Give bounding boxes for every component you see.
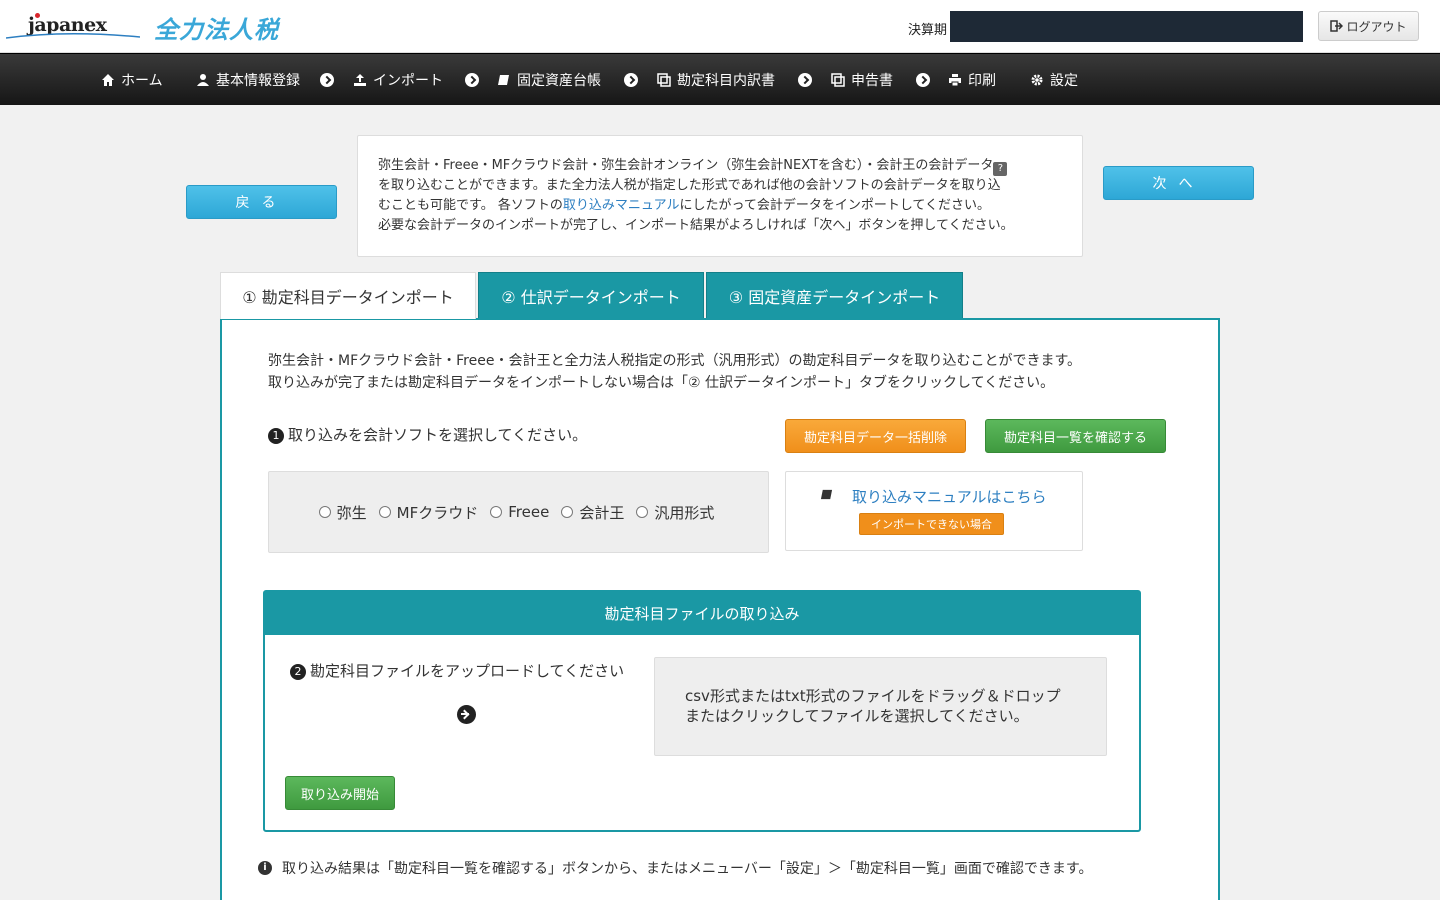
user-icon	[197, 74, 209, 86]
step1-text: 取り込みを会計ソフトを選択してください。	[288, 426, 588, 444]
nav-basic-info[interactable]: 基本情報登録	[196, 54, 300, 106]
book-icon	[820, 489, 833, 500]
nav-home-label: ホーム	[121, 73, 163, 89]
info-line-3-post: にしたがって会計データをインポートしてください。	[679, 198, 991, 213]
radio-kaikeiou[interactable]: 会計王	[561, 502, 624, 523]
result-footnote: i 取り込み結果は「勘定科目一覧を確認する」ボタンから、またはメニューバー「設定…	[258, 858, 1092, 878]
cannot-import-button[interactable]: インポートできない場合	[859, 513, 1004, 535]
manual-box: 取り込みマニュアルはこちら インポートできない場合	[785, 471, 1083, 551]
nav-print-label: 印刷	[968, 73, 996, 89]
nav-account-details[interactable]: 勘定科目内訳書	[657, 54, 775, 106]
nav-settings[interactable]: 設定	[1030, 54, 1078, 106]
logout-icon	[1330, 20, 1344, 32]
dropzone-line-1: csv形式またはtxt形式のファイルをドラッグ＆ドロップ	[685, 687, 1061, 705]
info-line-2: を取り込むことができます。また全力法人税が指定した形式であれば他の会計ソフトの会…	[378, 178, 1001, 193]
gear-icon	[1031, 74, 1043, 86]
info-line-3-pre: むことも可能です。 各ソフトの	[378, 198, 563, 213]
panel-desc-line-2: 取り込みが完了または勘定科目データをインポートしない場合は「② 仕訳データインポ…	[268, 375, 1055, 391]
nav-settings-label: 設定	[1050, 73, 1078, 89]
home-icon	[102, 74, 114, 86]
info-line-1-text: 弥生会計・Freee・MFクラウド会計・弥生会計オンライン（弥生会計NEXTを含…	[378, 158, 994, 173]
step2-number-icon: 2	[290, 664, 306, 680]
nav-home[interactable]: ホーム	[101, 54, 163, 106]
arrow-right-circle-icon	[457, 705, 476, 724]
info-icon: i	[258, 861, 272, 875]
dropzone-line-2: またはクリックしてファイルを選択してください。	[685, 707, 1029, 725]
upload-icon	[354, 74, 366, 86]
chevron-right-icon	[798, 73, 812, 87]
nav-tax-return-label: 申告書	[851, 73, 893, 89]
tab-account-import[interactable]: ① 勘定科目データインポート	[220, 272, 476, 319]
radio-label: 会計王	[579, 503, 625, 522]
info-line-1: 弥生会計・Freee・MFクラウド会計・弥生会計オンライン（弥生会計NEXTを含…	[378, 156, 1062, 176]
radio-circle[interactable]	[318, 506, 331, 518]
panel-description: 弥生会計・MFクラウド会計・Freee・会計王と全力法人税指定の形式（汎用形式）…	[268, 350, 1081, 394]
nav-import-label: インポート	[373, 73, 443, 89]
radio-generic[interactable]: 汎用形式	[636, 502, 714, 523]
account-import-panel: 弥生会計・MFクラウド会計・Freee・会計王と全力法人税指定の形式（汎用形式）…	[220, 318, 1220, 900]
radio-label: 弥生	[336, 503, 367, 522]
product-logo: 全力法人税	[154, 16, 279, 44]
radio-circle[interactable]	[490, 506, 503, 518]
nav-basic-info-label: 基本情報登録	[216, 73, 300, 89]
chevron-right-icon	[320, 73, 334, 87]
chevron-right-icon	[916, 73, 930, 87]
radio-yayoi[interactable]: 弥生	[318, 502, 367, 523]
footnote-text: 取り込み結果は「勘定科目一覧を確認する」ボタンから、またはメニューバー「設定」＞…	[282, 861, 1093, 877]
radio-label: MFクラウド	[396, 503, 479, 522]
import-info-box: 弥生会計・Freee・MFクラウド会計・弥生会計オンライン（弥生会計NEXTを含…	[357, 135, 1083, 257]
info-line-3: むことも可能です。 各ソフトの取り込みマニュアルにしたがって会計データをインポー…	[378, 196, 1062, 216]
upload-card: 勘定科目ファイルの取り込み 2 勘定科目ファイルをアップロードしてください csv…	[263, 590, 1141, 832]
nav-account-details-label: 勘定科目内訳書	[677, 73, 775, 89]
nav-fixed-assets-label: 固定資産台帳	[517, 73, 601, 89]
step1-number-icon: 1	[268, 428, 284, 444]
radio-circle[interactable]	[378, 506, 391, 518]
nav-print[interactable]: 印刷	[948, 54, 996, 106]
step1-heading: 1 取り込みを会計ソフトを選択してください。	[268, 424, 587, 445]
software-radio-group: 弥生 MFクラウド Freee 会計王 汎用形式	[268, 471, 769, 553]
import-manual-link[interactable]: 取り込みマニュアル	[563, 198, 680, 213]
view-account-list-button[interactable]: 勘定科目一覧を確認する	[985, 419, 1166, 453]
panel-desc-line-1: 弥生会計・MFクラウド会計・Freee・会計王と全力法人税指定の形式（汎用形式）…	[268, 353, 1082, 369]
nav-tax-return[interactable]: 申告書	[831, 54, 893, 106]
chevron-right-icon	[624, 73, 638, 87]
fiscal-period-label: 決算期	[908, 23, 948, 38]
file-dropzone[interactable]: csv形式またはtxt形式のファイルをドラッグ＆ドロップ またはクリックしてファ…	[654, 657, 1107, 756]
radio-label: Freee	[508, 503, 550, 521]
main-navbar: ホーム 基本情報登録 インポート 固定資産台帳 勘定科目内訳書 申告書 印刷 設…	[0, 53, 1440, 105]
tab-fixed-asset-import[interactable]: ③ 固定資産データインポート	[706, 272, 963, 319]
step2-text: 勘定科目ファイルをアップロードしてください	[310, 662, 625, 680]
radio-mf-cloud[interactable]: MFクラウド	[378, 502, 479, 523]
logout-button[interactable]: ログアウト	[1318, 11, 1419, 41]
radio-circle[interactable]	[561, 506, 574, 518]
japanex-logo: japanex	[6, 10, 140, 42]
top-header: japanex 全力法人税 決算期 ログアウト	[0, 0, 1440, 53]
upload-card-title: 勘定科目ファイルの取り込み	[265, 592, 1139, 635]
bulk-delete-button[interactable]: 勘定科目データ一括削除	[785, 419, 966, 453]
help-icon[interactable]: ?	[993, 162, 1008, 176]
logout-label: ログアウト	[1346, 19, 1407, 34]
radio-circle[interactable]	[636, 506, 649, 518]
next-button[interactable]: 次へ	[1103, 166, 1254, 200]
nav-import[interactable]: インポート	[353, 54, 443, 106]
logo-swoosh	[6, 33, 140, 39]
radio-freee[interactable]: Freee	[490, 503, 549, 521]
copy-icon	[831, 73, 845, 87]
fiscal-period-select[interactable]	[950, 11, 1303, 42]
nav-fixed-assets[interactable]: 固定資産台帳	[497, 54, 601, 106]
tab-journal-import[interactable]: ② 仕訳データインポート	[478, 272, 704, 319]
copy-icon	[657, 73, 671, 87]
step2-heading: 2 勘定科目ファイルをアップロードしてください	[290, 660, 624, 681]
back-button[interactable]: 戻る	[186, 185, 337, 219]
print-icon	[949, 74, 961, 87]
book-icon	[498, 75, 509, 85]
manual-link[interactable]: 取り込みマニュアルはこちら	[852, 486, 1047, 507]
start-import-button[interactable]: 取り込み開始	[285, 776, 395, 810]
info-line-4: 必要な会計データのインポートが完了し、インポート結果がよろしければ「次へ」ボタン…	[378, 218, 1014, 233]
chevron-right-icon	[465, 73, 479, 87]
radio-label: 汎用形式	[654, 503, 715, 522]
